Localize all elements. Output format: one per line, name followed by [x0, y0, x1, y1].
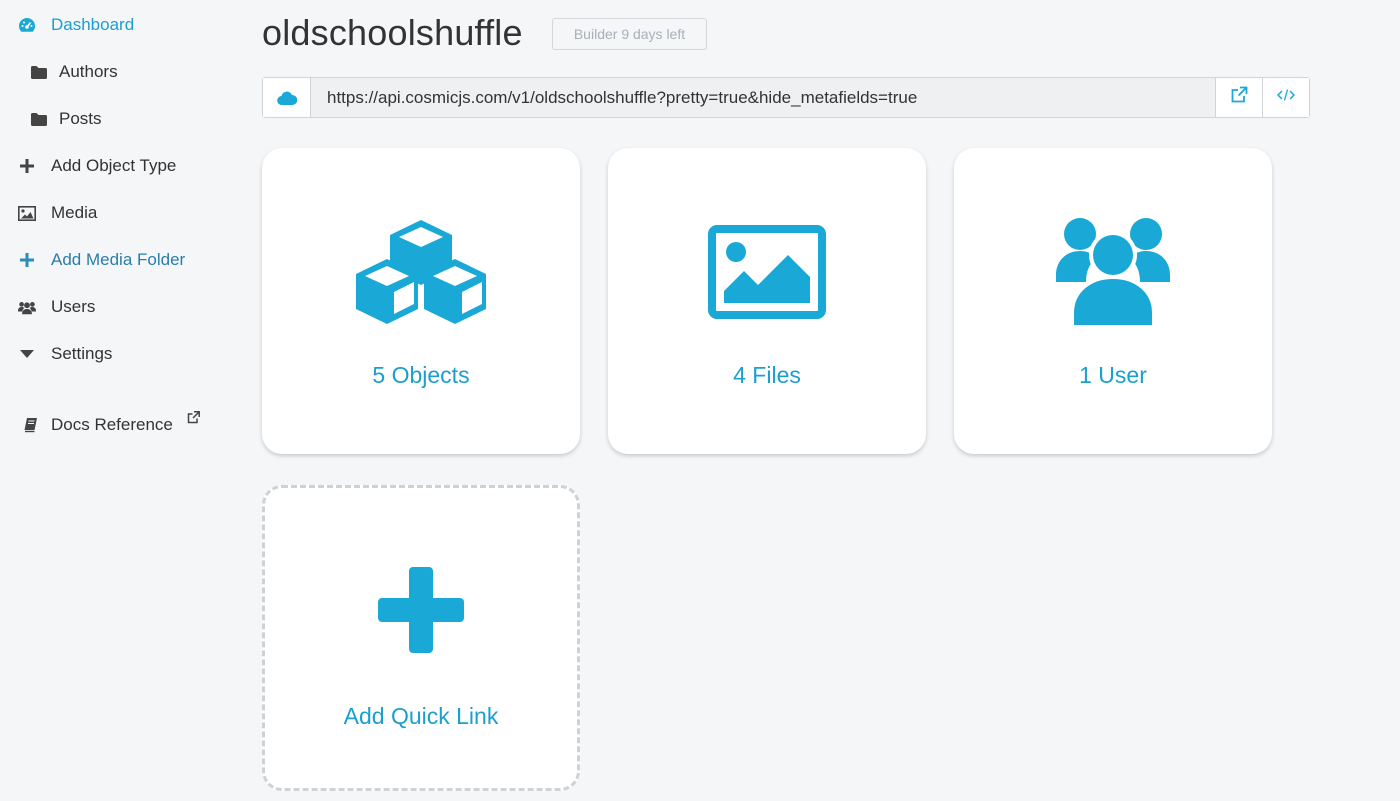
files-count-label: 4 Files: [733, 362, 801, 388]
caret-down-icon: [18, 345, 36, 363]
cloud-icon: [263, 78, 311, 117]
sidebar-item-authors[interactable]: Authors: [30, 58, 118, 86]
add-quick-link-label: Add Quick Link: [343, 703, 499, 729]
plus-icon: [18, 251, 36, 269]
sidebar-item-label: Media: [51, 203, 98, 222]
sidebar-item-media[interactable]: Media: [18, 199, 97, 227]
page-title: oldschoolshuffle: [262, 12, 523, 53]
sidebar-item-users[interactable]: Users: [18, 293, 95, 321]
book-icon: [22, 416, 40, 434]
folder-icon: [30, 110, 48, 128]
external-link-icon: [187, 409, 200, 429]
view-code-button[interactable]: [1262, 78, 1309, 117]
external-link-icon: [1230, 86, 1248, 109]
plus-icon: [18, 157, 36, 175]
sidebar-item-label: Dashboard: [51, 15, 135, 34]
cubes-icon: [262, 212, 580, 332]
users-count-label: 1 User: [1079, 362, 1147, 388]
code-icon: [1276, 88, 1296, 107]
sidebar-item-settings[interactable]: Settings: [18, 340, 112, 368]
api-url-input[interactable]: https://api.cosmicjs.com/v1/oldschoolshu…: [311, 78, 1215, 117]
add-quick-link-card[interactable]: Add Quick Link: [262, 485, 580, 791]
sidebar-item-docs-reference[interactable]: Docs Reference: [22, 411, 200, 439]
plus-icon: [265, 567, 577, 653]
sidebar-item-label: Settings: [51, 344, 113, 363]
sidebar-item-label: Docs Reference: [51, 415, 173, 434]
plan-status-badge[interactable]: Builder 9 days left: [552, 18, 707, 50]
users-icon: [18, 298, 36, 316]
sidebar-item-label: Authors: [59, 62, 118, 81]
users-card[interactable]: 1 User: [954, 148, 1272, 454]
picture-icon: [608, 212, 926, 332]
sidebar-item-label: Add Media Folder: [51, 250, 186, 269]
open-url-button[interactable]: [1215, 78, 1262, 117]
objects-count-label: 5 Objects: [372, 362, 470, 388]
sidebar-item-add-object-type[interactable]: Add Object Type: [18, 152, 176, 180]
sidebar-item-add-media-folder[interactable]: Add Media Folder: [18, 246, 185, 274]
sidebar-item-label: Add Object Type: [51, 156, 177, 175]
sidebar-item-dashboard[interactable]: Dashboard: [18, 11, 134, 39]
dashboard-gauge-icon: [18, 16, 36, 34]
users-group-icon: [954, 212, 1272, 332]
folder-icon: [30, 63, 48, 81]
sidebar-item-label: Users: [51, 297, 96, 316]
image-icon: [18, 204, 36, 222]
main-content: oldschoolshuffle Builder 9 days left htt…: [262, 0, 1400, 801]
files-card[interactable]: 4 Files: [608, 148, 926, 454]
api-url-bar: https://api.cosmicjs.com/v1/oldschoolshu…: [262, 77, 1310, 118]
sidebar-item-posts[interactable]: Posts: [30, 105, 102, 133]
sidebar: Dashboard Authors Posts Add Object Type …: [0, 0, 240, 801]
sidebar-item-label: Posts: [59, 109, 102, 128]
objects-card[interactable]: 5 Objects: [262, 148, 580, 454]
